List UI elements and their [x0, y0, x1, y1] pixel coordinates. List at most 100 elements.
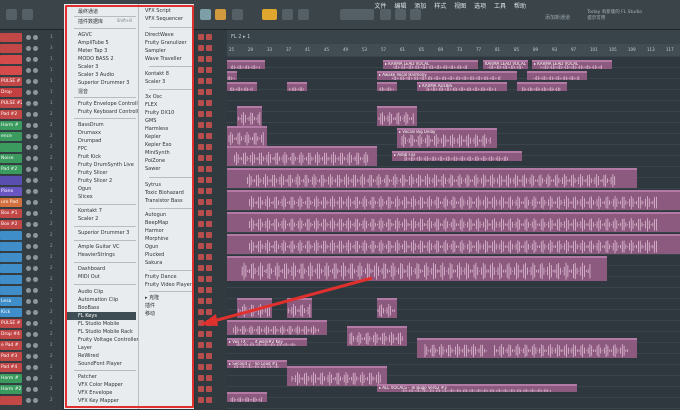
track-solo-button[interactable] — [206, 34, 212, 40]
menu-add[interactable]: 添加 — [414, 3, 426, 10]
channel-button[interactable] — [0, 66, 22, 75]
mixer-track-number[interactable]: 2 — [50, 386, 53, 391]
volume-knob[interactable] — [33, 35, 38, 40]
channel-knobs[interactable] — [26, 288, 46, 293]
menu-item[interactable]: Scaler 3 — [78, 64, 98, 70]
channel-button[interactable]: Harm # — [0, 121, 22, 130]
channel-button[interactable] — [0, 55, 22, 64]
track-solo-button[interactable] — [206, 331, 212, 337]
playlist-clip[interactable]: ▸ Second 2 - Vo Lead #1 — [227, 360, 287, 368]
menu-item[interactable]: Fruity Video Player — [145, 282, 192, 288]
playlist-clip[interactable] — [227, 82, 257, 91]
menu-item[interactable]: Sawer — [145, 166, 160, 172]
channel-row[interactable]: Drop 1 — [0, 87, 62, 98]
channel-row[interactable]: Noise 2 — [0, 153, 62, 164]
pan-knob[interactable] — [26, 156, 31, 161]
track-solo-button[interactable] — [206, 397, 212, 403]
playlist-clip[interactable]: ▸ ALL VOCALS - Te Bugo Verb2 #3 — [377, 384, 577, 392]
volume-knob[interactable] — [33, 332, 38, 337]
playlist-clip[interactable] — [287, 82, 307, 91]
playlist-clip[interactable] — [227, 168, 637, 188]
channel-button[interactable] — [0, 253, 22, 262]
channel-knobs[interactable] — [26, 387, 46, 392]
channel-knobs[interactable] — [26, 354, 46, 359]
volume-knob[interactable] — [33, 200, 38, 205]
menu-item[interactable]: Plucked — [145, 252, 164, 258]
menu-item[interactable]: Drumaxx — [78, 130, 101, 136]
track-solo-button[interactable] — [206, 353, 212, 359]
playlist-clip[interactable]: ▸ Awake Vocal Harmony — [377, 71, 517, 80]
menu-item[interactable]: AGVC — [78, 32, 92, 38]
volume-knob[interactable] — [33, 343, 38, 348]
channel-row[interactable]: 2 — [0, 142, 62, 153]
menu-item[interactable]: ▸ 克隆 — [145, 294, 159, 301]
track-solo-button[interactable] — [206, 144, 212, 150]
playlist-clip[interactable] — [287, 366, 387, 386]
pan-knob[interactable] — [26, 387, 31, 392]
mixer-track-number[interactable]: 2 — [50, 309, 53, 314]
playlist-clip[interactable] — [227, 212, 680, 232]
menu-item[interactable]: Morphine — [145, 236, 168, 242]
menu-item[interactable]: DirectWave — [145, 32, 174, 38]
playlist-clip[interactable] — [227, 146, 377, 166]
menu-item[interactable]: MODO BASS 2 — [78, 56, 114, 62]
channel-knobs[interactable] — [26, 134, 46, 139]
volume-knob[interactable] — [33, 46, 38, 51]
channel-row[interactable]: 3 — [0, 32, 62, 43]
mixer-track-number[interactable]: 2 — [50, 243, 53, 248]
menu-item[interactable]: Scaler 3 Audio — [78, 72, 114, 78]
pan-knob[interactable] — [26, 112, 31, 117]
playlist-clip[interactable]: ▸ Vocals Big Delay — [397, 128, 497, 148]
volume-knob[interactable] — [33, 376, 38, 381]
playlist-clip[interactable] — [237, 106, 262, 126]
track-mute-button[interactable] — [198, 298, 204, 304]
mixer-track-number[interactable]: 2 — [50, 265, 53, 270]
track-mute-button[interactable] — [198, 232, 204, 238]
channel-knobs[interactable] — [26, 79, 46, 84]
track-mute-button[interactable] — [198, 89, 204, 95]
track-mute-button[interactable] — [198, 177, 204, 183]
menu-item[interactable]: Toxic Biohazard — [145, 190, 184, 196]
track-solo-button[interactable] — [206, 199, 212, 205]
channel-row[interactable]: Pad #2 2 — [0, 164, 62, 175]
track-mute-button[interactable] — [198, 155, 204, 161]
playlist-clip[interactable]: ▸ KARMA LEAD VOCAL — [532, 60, 612, 69]
mixer-track-number[interactable]: 2 — [50, 111, 53, 116]
pan-knob[interactable] — [26, 57, 31, 62]
pan-knob[interactable] — [26, 398, 31, 403]
channel-row[interactable]: Pad #3 2 — [0, 351, 62, 362]
channel-row[interactable]: Pad #4 2 — [0, 362, 62, 373]
channel-button[interactable]: Pad #4 — [0, 363, 22, 372]
pan-knob[interactable] — [26, 299, 31, 304]
track-solo-button[interactable] — [206, 188, 212, 194]
channel-row[interactable]: 2 — [0, 274, 62, 285]
pan-knob[interactable] — [26, 101, 31, 106]
channel-button[interactable] — [0, 286, 22, 295]
menu-item[interactable]: BooBass — [78, 305, 99, 311]
menu-item[interactable]: Fruity Dance — [145, 274, 177, 280]
pan-knob[interactable] — [26, 90, 31, 95]
mixer-track-number[interactable]: 2 — [50, 232, 53, 237]
channel-knobs[interactable] — [26, 35, 46, 40]
menu-item[interactable]: Scaler 3 — [145, 79, 165, 85]
track-solo-button[interactable] — [206, 67, 212, 73]
menu-item[interactable]: FL Studio Mobile — [78, 321, 119, 327]
volume-knob[interactable] — [33, 266, 38, 271]
pan-knob[interactable] — [26, 178, 31, 183]
toolbar-button[interactable] — [22, 9, 33, 20]
track-mute-button[interactable] — [198, 67, 204, 73]
track-solo-button[interactable] — [206, 89, 212, 95]
menu-item[interactable]: Transistor Bass — [145, 198, 183, 204]
playlist-clip[interactable] — [227, 190, 680, 210]
channel-button[interactable]: e Pad # — [0, 341, 22, 350]
menu-item[interactable]: Patcher — [78, 374, 97, 380]
mixer-track-number[interactable]: 2 — [50, 210, 53, 215]
track-mute-button[interactable] — [198, 122, 204, 128]
menu-help[interactable]: 帮助 — [514, 3, 526, 10]
menu-item[interactable]: PoiZone — [145, 158, 165, 164]
playlist-clip[interactable] — [237, 298, 272, 318]
channel-knobs[interactable] — [26, 112, 46, 117]
channel-row[interactable]: 2 — [0, 175, 62, 186]
news-panel[interactable]: Today 有新版的 FL Studio 提示可用 — [587, 10, 642, 22]
pan-knob[interactable] — [26, 233, 31, 238]
